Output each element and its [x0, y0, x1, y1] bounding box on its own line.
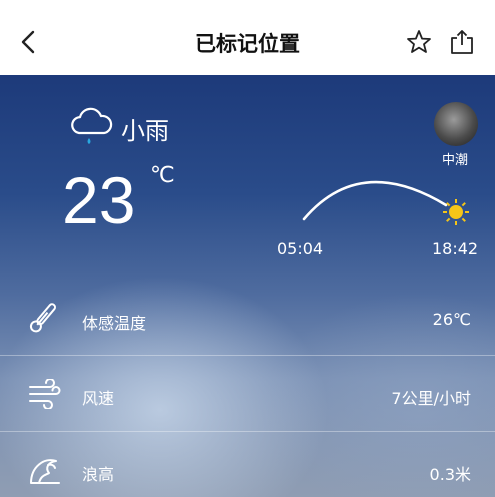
- sun-icon: [443, 199, 469, 225]
- row-divider: [0, 431, 495, 432]
- thermometer-icon: [29, 303, 56, 333]
- sunrise-time: 05:04: [277, 239, 324, 258]
- weather-condition: 小雨: [121, 117, 169, 145]
- share-icon: [451, 30, 473, 54]
- row-divider: [0, 355, 495, 356]
- wave-height-value: 0.3米: [429, 465, 471, 484]
- star-icon: [407, 30, 431, 53]
- feels-like-label: 体感温度: [82, 314, 147, 333]
- sun-path-arc: [302, 180, 469, 225]
- detail-row-wave-height: 浪高 0.3米: [0, 433, 495, 497]
- wave-icon: [30, 459, 60, 484]
- wind-icon: [29, 379, 61, 409]
- current-temperature: 23: [62, 163, 136, 237]
- detail-row-wind-speed: 风速 7公里/小时: [0, 357, 495, 433]
- tide-label: 中潮: [442, 153, 469, 168]
- temperature-unit: ℃: [150, 163, 175, 188]
- sunset-time: 18:42: [432, 239, 479, 258]
- wind-speed-label: 风速: [82, 389, 115, 408]
- wave-height-label: 浪高: [82, 465, 115, 484]
- light-rain-cloud-icon: [71, 107, 113, 144]
- detail-row-feels-like: 体感温度 26℃: [0, 282, 495, 358]
- feels-like-value: 26℃: [432, 310, 471, 329]
- weather-panel: 小雨 23 ℃ 中潮 05:04 18:42 体感温度 26℃ 风速 7公里/小…: [0, 75, 495, 497]
- favorite-button[interactable]: [404, 27, 434, 57]
- moon-icon: [434, 102, 478, 146]
- share-button[interactable]: [447, 27, 477, 57]
- wind-speed-value: 7公里/小时: [391, 389, 471, 408]
- top-bar: 已标记位置: [0, 0, 495, 75]
